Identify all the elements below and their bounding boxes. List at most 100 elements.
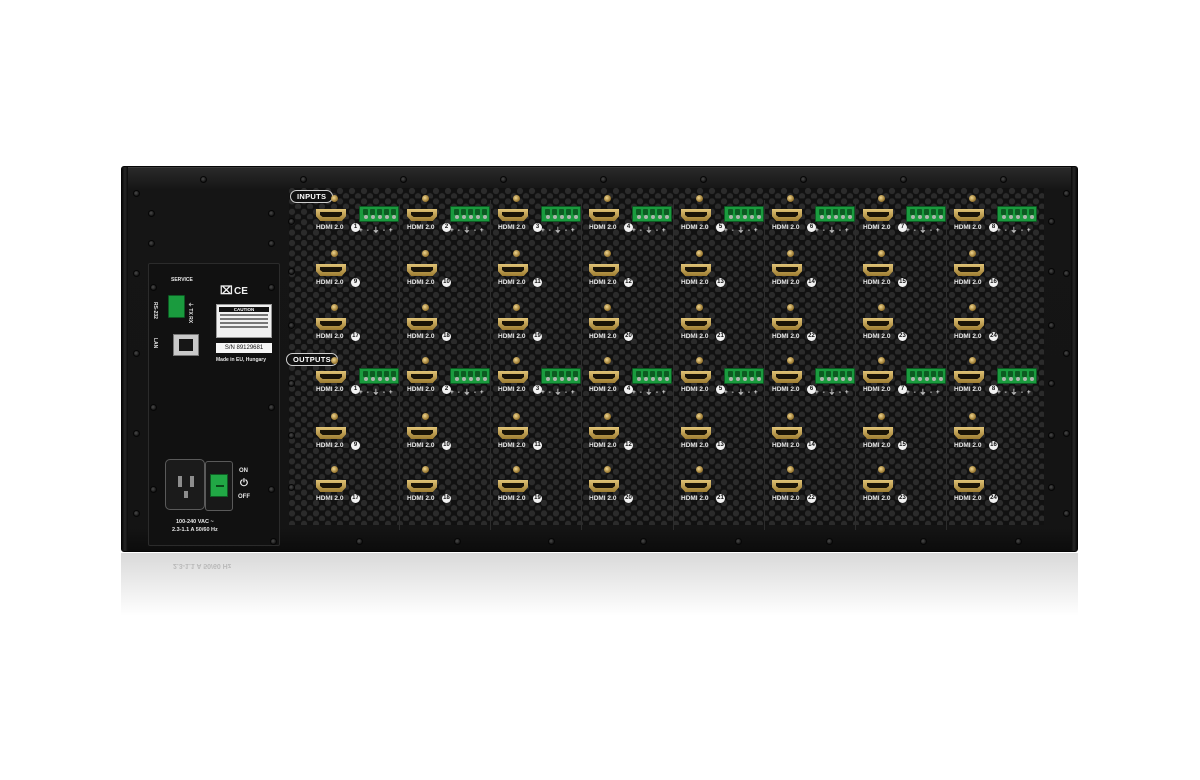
input-hdmi-port-19[interactable] <box>498 318 528 330</box>
input-sma-connector[interactable] <box>696 304 703 311</box>
input-hdmi-port-24[interactable] <box>954 318 984 330</box>
output-audio-terminal-1[interactable] <box>359 368 399 384</box>
output-sma-connector[interactable] <box>969 413 976 420</box>
output-sma-connector[interactable] <box>422 357 429 364</box>
output-sma-connector[interactable] <box>513 413 520 420</box>
input-sma-connector[interactable] <box>969 304 976 311</box>
input-audio-terminal-1[interactable] <box>359 206 399 222</box>
output-hdmi-port-16[interactable] <box>954 427 984 439</box>
power-switch[interactable] <box>205 461 233 511</box>
input-sma-connector[interactable] <box>604 250 611 257</box>
output-sma-connector[interactable] <box>878 466 885 473</box>
output-hdmi-port-17[interactable] <box>316 480 346 492</box>
output-hdmi-port-8[interactable] <box>954 371 984 383</box>
output-hdmi-port-1[interactable] <box>316 371 346 383</box>
output-audio-terminal-2[interactable] <box>450 368 490 384</box>
output-hdmi-port-22[interactable] <box>772 480 802 492</box>
output-audio-terminal-5[interactable] <box>724 368 764 384</box>
input-sma-connector[interactable] <box>331 250 338 257</box>
input-sma-connector[interactable] <box>878 250 885 257</box>
output-hdmi-port-12[interactable] <box>589 427 619 439</box>
output-hdmi-port-18[interactable] <box>407 480 437 492</box>
input-hdmi-port-21[interactable] <box>681 318 711 330</box>
output-hdmi-port-4[interactable] <box>589 371 619 383</box>
input-hdmi-port-9[interactable] <box>316 264 346 276</box>
output-sma-connector[interactable] <box>878 357 885 364</box>
output-sma-connector[interactable] <box>787 357 794 364</box>
input-sma-connector[interactable] <box>604 304 611 311</box>
input-audio-terminal-6[interactable] <box>815 206 855 222</box>
input-sma-connector[interactable] <box>787 250 794 257</box>
input-hdmi-port-4[interactable] <box>589 209 619 221</box>
lan-port[interactable] <box>173 334 199 356</box>
input-sma-connector[interactable] <box>422 250 429 257</box>
output-sma-connector[interactable] <box>422 466 429 473</box>
output-audio-terminal-4[interactable] <box>632 368 672 384</box>
output-hdmi-port-10[interactable] <box>407 427 437 439</box>
output-sma-connector[interactable] <box>331 413 338 420</box>
input-audio-terminal-5[interactable] <box>724 206 764 222</box>
input-sma-connector[interactable] <box>696 195 703 202</box>
output-sma-connector[interactable] <box>969 357 976 364</box>
input-hdmi-port-8[interactable] <box>954 209 984 221</box>
output-sma-connector[interactable] <box>513 466 520 473</box>
output-hdmi-port-3[interactable] <box>498 371 528 383</box>
output-hdmi-port-21[interactable] <box>681 480 711 492</box>
output-hdmi-port-24[interactable] <box>954 480 984 492</box>
input-hdmi-port-20[interactable] <box>589 318 619 330</box>
output-sma-connector[interactable] <box>969 466 976 473</box>
input-sma-connector[interactable] <box>513 250 520 257</box>
input-hdmi-port-2[interactable] <box>407 209 437 221</box>
input-hdmi-port-22[interactable] <box>772 318 802 330</box>
input-sma-connector[interactable] <box>422 304 429 311</box>
input-sma-connector[interactable] <box>422 195 429 202</box>
input-sma-connector[interactable] <box>878 304 885 311</box>
input-audio-terminal-4[interactable] <box>632 206 672 222</box>
input-sma-connector[interactable] <box>969 250 976 257</box>
rs232-terminal[interactable] <box>168 295 185 318</box>
output-hdmi-port-11[interactable] <box>498 427 528 439</box>
output-hdmi-port-19[interactable] <box>498 480 528 492</box>
output-sma-connector[interactable] <box>787 413 794 420</box>
input-sma-connector[interactable] <box>513 195 520 202</box>
output-hdmi-port-15[interactable] <box>863 427 893 439</box>
output-hdmi-port-13[interactable] <box>681 427 711 439</box>
input-hdmi-port-11[interactable] <box>498 264 528 276</box>
input-sma-connector[interactable] <box>331 304 338 311</box>
power-rocker[interactable] <box>210 474 228 497</box>
input-sma-connector[interactable] <box>969 195 976 202</box>
input-hdmi-port-13[interactable] <box>681 264 711 276</box>
input-hdmi-port-10[interactable] <box>407 264 437 276</box>
output-sma-connector[interactable] <box>696 357 703 364</box>
output-hdmi-port-2[interactable] <box>407 371 437 383</box>
output-hdmi-port-14[interactable] <box>772 427 802 439</box>
output-sma-connector[interactable] <box>331 466 338 473</box>
output-sma-connector[interactable] <box>604 357 611 364</box>
output-hdmi-port-20[interactable] <box>589 480 619 492</box>
output-sma-connector[interactable] <box>331 357 338 364</box>
output-sma-connector[interactable] <box>604 466 611 473</box>
input-audio-terminal-2[interactable] <box>450 206 490 222</box>
input-hdmi-port-23[interactable] <box>863 318 893 330</box>
output-audio-terminal-7[interactable] <box>906 368 946 384</box>
power-inlet[interactable] <box>165 459 205 510</box>
input-sma-connector[interactable] <box>604 195 611 202</box>
input-sma-connector[interactable] <box>787 304 794 311</box>
input-sma-connector[interactable] <box>696 250 703 257</box>
input-hdmi-port-1[interactable] <box>316 209 346 221</box>
input-hdmi-port-3[interactable] <box>498 209 528 221</box>
input-hdmi-port-6[interactable] <box>772 209 802 221</box>
output-sma-connector[interactable] <box>878 413 885 420</box>
input-sma-connector[interactable] <box>513 304 520 311</box>
output-audio-terminal-6[interactable] <box>815 368 855 384</box>
output-sma-connector[interactable] <box>787 466 794 473</box>
input-hdmi-port-17[interactable] <box>316 318 346 330</box>
output-hdmi-port-5[interactable] <box>681 371 711 383</box>
output-sma-connector[interactable] <box>696 466 703 473</box>
input-audio-terminal-8[interactable] <box>997 206 1037 222</box>
input-hdmi-port-18[interactable] <box>407 318 437 330</box>
output-sma-connector[interactable] <box>422 413 429 420</box>
output-hdmi-port-7[interactable] <box>863 371 893 383</box>
input-hdmi-port-12[interactable] <box>589 264 619 276</box>
output-sma-connector[interactable] <box>604 413 611 420</box>
